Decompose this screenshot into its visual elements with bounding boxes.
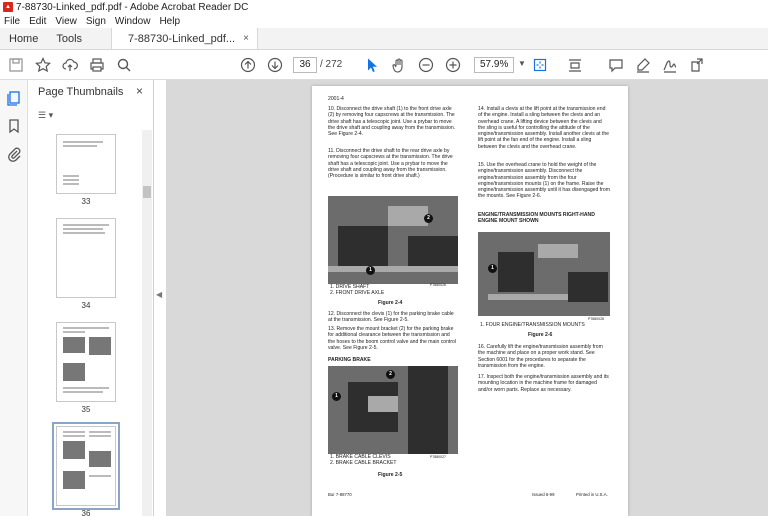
fit-page-icon[interactable] xyxy=(530,55,550,75)
window-title: 7-88730-Linked_pdf.pdf - Adobe Acrobat R… xyxy=(16,1,249,13)
menu-bar: File Edit View Sign Window Help xyxy=(0,14,768,28)
print-icon[interactable] xyxy=(87,55,107,75)
callout-2: 2 xyxy=(424,214,433,223)
step-10: 10. Disconnect the drive shaft (1) to th… xyxy=(328,106,456,138)
hand-tool-icon[interactable] xyxy=(389,55,409,75)
figure-2-4-caption: Figure 2-4 xyxy=(378,300,403,306)
tab-tools[interactable]: Tools xyxy=(47,28,91,49)
menu-edit[interactable]: Edit xyxy=(29,16,46,27)
panel-close-icon[interactable]: × xyxy=(136,84,143,98)
parking-brake-heading: PARKING BRAKE xyxy=(328,357,371,363)
step-12: 12. Disconnect the clevis (1) for the pa… xyxy=(328,311,454,324)
thumbnail-label: 35 xyxy=(81,405,91,414)
thumbnail-label: 34 xyxy=(81,301,91,310)
thumbnail-label: 33 xyxy=(81,197,91,206)
menu-view[interactable]: View xyxy=(55,16,77,27)
menu-window[interactable]: Window xyxy=(115,16,151,27)
thumbnail-label: 36 xyxy=(81,509,91,516)
page-header: 2001-4 xyxy=(328,96,344,102)
tab-bar: Home Tools 7-88730-Linked_pdf... × xyxy=(0,28,768,50)
step-17: 17. Inspect both the engine/transmission… xyxy=(478,374,609,393)
collapse-panel-icon[interactable]: ◀ xyxy=(156,290,162,299)
thumbnail-list: 33 34 35 36 xyxy=(28,130,148,516)
step-16: 16. Carefully lift the engine/transmissi… xyxy=(478,344,603,369)
bookmark-icon[interactable] xyxy=(6,118,22,134)
upload-cloud-icon[interactable] xyxy=(60,55,80,75)
menu-sign[interactable]: Sign xyxy=(86,16,106,27)
thumbnail-scrollbar[interactable] xyxy=(142,130,152,516)
step-14: 14. Install a clevis at the lift point a… xyxy=(478,106,609,150)
figure-2-4-code: P7880026 xyxy=(430,283,446,287)
page-number-input[interactable]: 36 xyxy=(293,57,317,73)
zoom-dropdown-icon[interactable]: ▼ xyxy=(518,59,526,68)
star-icon[interactable] xyxy=(33,55,53,75)
previous-page-icon[interactable] xyxy=(238,55,258,75)
zoom-out-icon[interactable] xyxy=(416,55,436,75)
footer-printed: Printed in U.S.A. xyxy=(576,492,608,497)
thumbnail-page-36[interactable] xyxy=(52,422,120,510)
thumbnails-icon[interactable] xyxy=(6,90,22,106)
thumbnail-page-35[interactable] xyxy=(56,322,116,402)
figure-2-6-code: P7880028 xyxy=(588,317,604,321)
comment-icon[interactable] xyxy=(606,55,626,75)
figure-2-5-legend-2: 2. BRAKE CABLE BRACKET xyxy=(330,460,397,466)
select-cursor-icon[interactable] xyxy=(362,55,382,75)
sign-icon[interactable] xyxy=(660,55,680,75)
next-page-icon[interactable] xyxy=(265,55,285,75)
footer-left: Bur 7-88770 xyxy=(328,492,352,497)
figure-2-5-photo: 1 2 xyxy=(328,366,458,454)
tab-close-icon[interactable]: × xyxy=(243,33,249,44)
figure-2-6-legend-1: 1. FOUR ENGINE/TRANSMISSION MOUNTS xyxy=(480,322,585,328)
figure-2-6-photo: 1 xyxy=(478,232,610,316)
page-total: / 272 xyxy=(320,59,343,70)
thumbnail-options-icon[interactable]: ☰ ▾ xyxy=(38,110,58,122)
highlight-pen-icon[interactable] xyxy=(633,55,653,75)
thumbnail-page-33[interactable] xyxy=(56,134,116,194)
toolbar xyxy=(0,50,768,80)
menu-file[interactable]: File xyxy=(4,16,20,27)
acrobat-icon: ▲ xyxy=(3,2,13,12)
step-15: 15. Use the overhead crane to hold the w… xyxy=(478,162,610,200)
zoom-in-icon[interactable] xyxy=(443,55,463,75)
title-bar: ▲ 7-88730-Linked_pdf.pdf - Adobe Acrobat… xyxy=(0,0,768,14)
callout-2: 2 xyxy=(386,370,395,379)
tab-document[interactable]: 7-88730-Linked_pdf... × xyxy=(111,28,258,49)
scrollbar-thumb[interactable] xyxy=(143,186,151,198)
panel-title: Page Thumbnails xyxy=(38,86,124,98)
menu-help[interactable]: Help xyxy=(159,16,180,27)
pdf-page: 2001-4 10. Disconnect the drive shaft (1… xyxy=(312,86,628,516)
step-11: 11. Disconnect the drive shaft to the re… xyxy=(328,148,453,180)
share-icon[interactable] xyxy=(687,55,707,75)
mounts-heading: ENGINE/TRANSMISSION MOUNTS RIGHT-HAND EN… xyxy=(478,212,595,225)
document-viewer[interactable]: 2001-4 10. Disconnect the drive shaft (1… xyxy=(166,80,768,516)
thumbnail-page-34[interactable] xyxy=(56,218,116,298)
save-icon[interactable] xyxy=(6,55,26,75)
callout-1: 1 xyxy=(488,264,497,273)
tab-home[interactable]: Home xyxy=(0,28,47,49)
thumbnails-panel: Page Thumbnails × ☰ ▾ 33 34 35 36 xyxy=(28,80,154,516)
figure-2-5-caption: Figure 2-5 xyxy=(378,472,403,478)
footer-issued: Issued 6-99 xyxy=(532,492,555,497)
figure-2-4-photo: 1 2 xyxy=(328,196,458,284)
search-icon[interactable] xyxy=(114,55,134,75)
scroll-mode-icon[interactable] xyxy=(565,55,585,75)
zoom-input[interactable]: 57.9% xyxy=(474,57,514,73)
figure-2-5-code: P7880027 xyxy=(430,455,446,459)
callout-1: 1 xyxy=(366,266,375,275)
step-13: 13. Remove the mount bracket (2) for the… xyxy=(328,326,456,351)
tab-document-label: 7-88730-Linked_pdf... xyxy=(128,32,236,45)
left-rail xyxy=(0,80,28,516)
figure-2-6-caption: Figure 2-6 xyxy=(528,332,553,338)
figure-2-4-legend-2: 2. FRONT DRIVE AXLE xyxy=(330,290,385,296)
attachment-icon[interactable] xyxy=(6,146,22,162)
callout-1: 1 xyxy=(332,392,341,401)
